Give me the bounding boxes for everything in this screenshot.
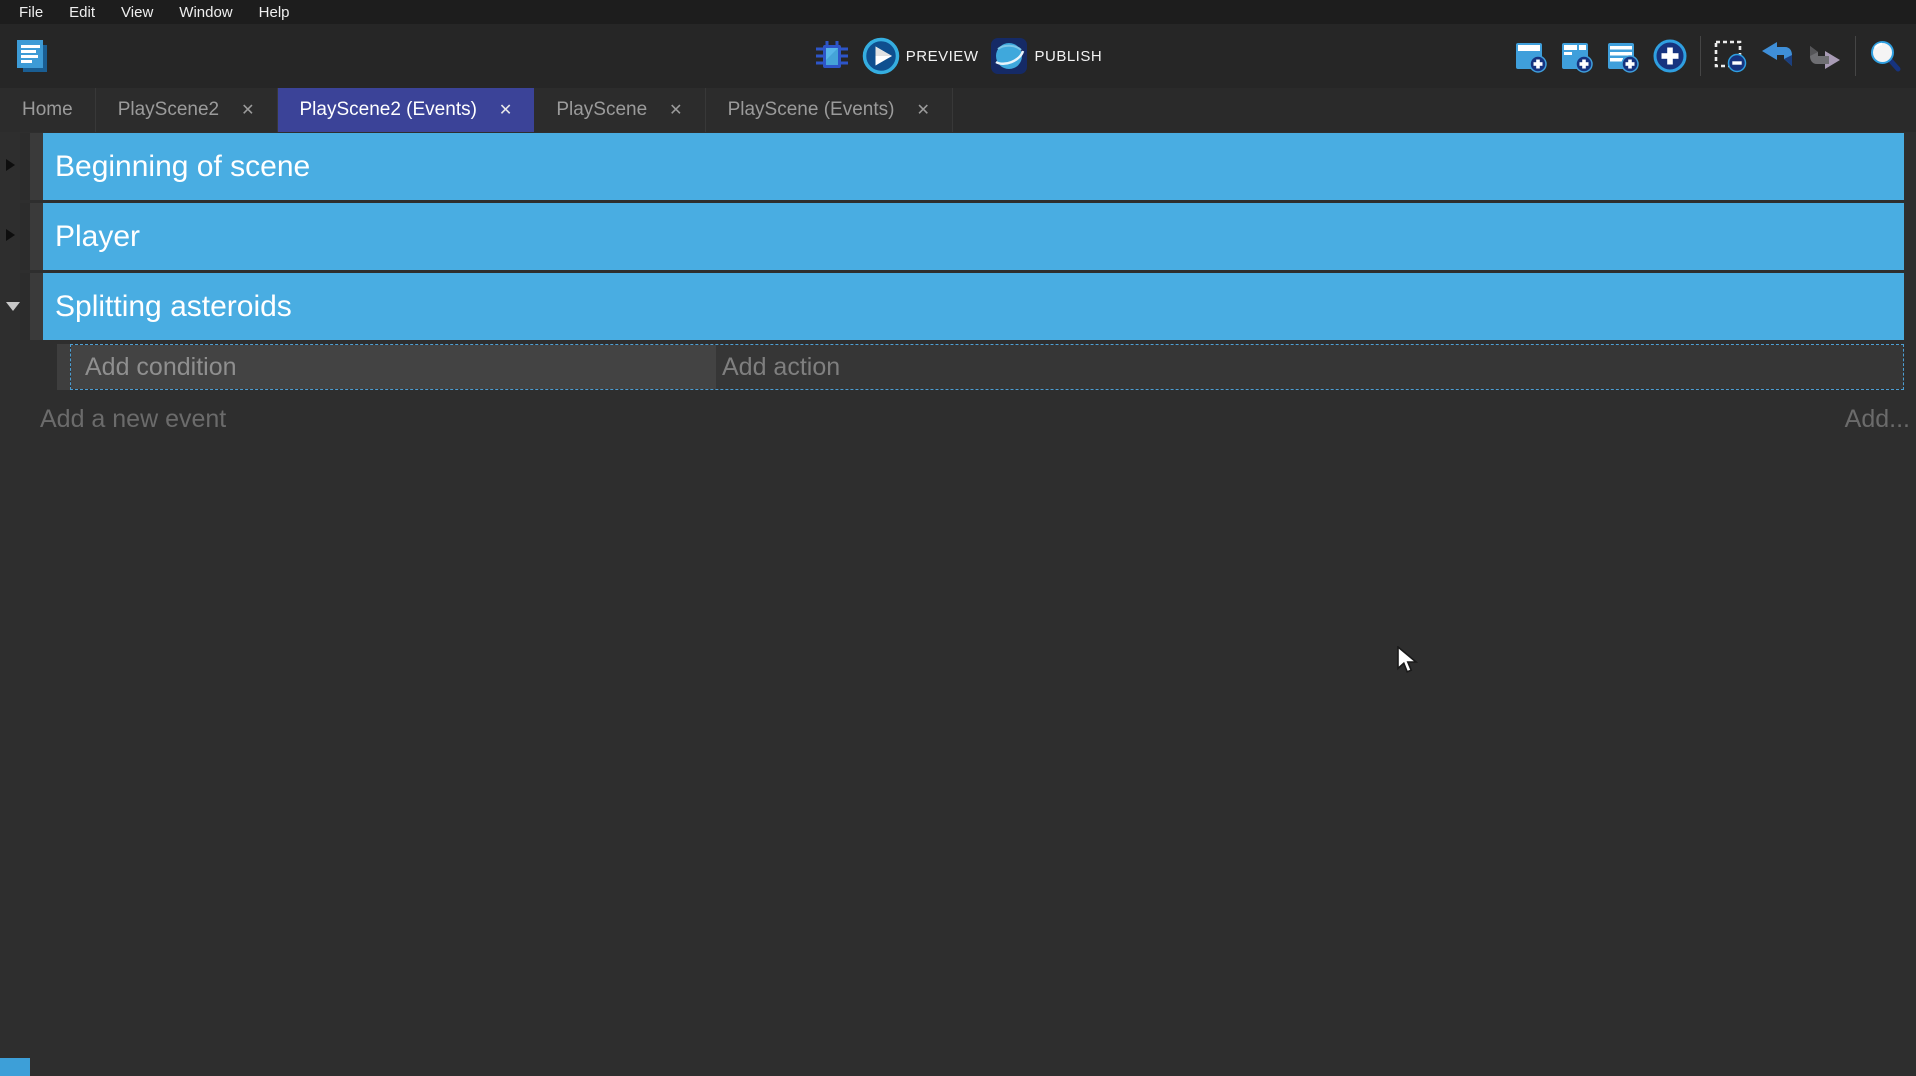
add-new-event-button[interactable]: Add a new event: [40, 405, 226, 434]
menu-edit[interactable]: Edit: [56, 4, 108, 21]
comment-event[interactable]: Beginning of scene: [43, 133, 1904, 200]
add-action-label: Add action: [722, 353, 840, 382]
menu-bar: File Edit View Window Help: [0, 0, 1916, 24]
toolbar-separator: [1700, 36, 1701, 76]
debug-icon[interactable]: [814, 38, 850, 74]
close-icon[interactable]: ✕: [241, 100, 254, 120]
comment-text: Beginning of scene: [55, 150, 310, 184]
chevron-down-icon[interactable]: [6, 302, 20, 311]
add-event-footer: Add a new event Add...: [40, 405, 1910, 434]
add-action-button[interactable]: Add action: [716, 345, 1903, 389]
tab-playscene2[interactable]: PlayScene2 ✕: [96, 88, 278, 132]
comment-event[interactable]: Player: [43, 203, 1904, 270]
event-drag-handle[interactable]: [30, 273, 43, 340]
tab-playscene-events[interactable]: PlayScene (Events) ✕: [706, 88, 953, 132]
add-circle-icon[interactable]: [1652, 38, 1688, 74]
event-gutter: [20, 133, 30, 200]
event-row: Splitting asteroids: [20, 273, 1904, 340]
events-sheet: Beginning of scene Player Splitting aste…: [0, 132, 1916, 434]
event-gutter: [20, 203, 30, 270]
tab-home[interactable]: Home: [0, 88, 96, 132]
tab-label: Home: [22, 99, 73, 121]
add-condition-label: Add condition: [85, 353, 237, 382]
publish-label: PUBLISH: [1034, 48, 1102, 65]
publish-button[interactable]: PUBLISH: [990, 37, 1102, 75]
preview-button[interactable]: PREVIEW: [862, 37, 979, 75]
globe-icon: [990, 37, 1028, 75]
project-manager-icon[interactable]: [12, 36, 52, 76]
bottom-left-panel-edge: [0, 1058, 30, 1076]
close-icon[interactable]: ✕: [669, 100, 682, 120]
add-event-icon[interactable]: [1514, 39, 1548, 73]
add-condition-button[interactable]: Add condition: [71, 345, 716, 389]
comment-text: Player: [55, 220, 140, 254]
add-subevent-icon[interactable]: [1560, 39, 1594, 73]
tab-label: PlayScene (Events): [728, 99, 895, 121]
chevron-right-icon[interactable]: [6, 159, 15, 171]
play-icon: [862, 37, 900, 75]
event-drag-handle[interactable]: [30, 203, 43, 270]
add-more-button[interactable]: Add...: [1845, 405, 1910, 434]
menu-window[interactable]: Window: [166, 4, 245, 21]
event-gutter: [20, 273, 30, 340]
preview-label: PREVIEW: [906, 48, 979, 65]
empty-event-row: Add condition Add action: [57, 344, 1904, 390]
event-row: Player: [20, 203, 1904, 270]
event-drag-handle[interactable]: [57, 344, 70, 390]
menu-help[interactable]: Help: [246, 4, 303, 21]
mouse-cursor: [1396, 646, 1422, 674]
tab-label: PlayScene: [556, 99, 647, 121]
toolbar-separator: [1855, 36, 1856, 76]
chevron-right-icon[interactable]: [6, 229, 15, 241]
comment-event[interactable]: Splitting asteroids: [43, 273, 1904, 340]
tab-label: PlayScene2: [118, 99, 219, 121]
redo-icon[interactable]: [1807, 38, 1843, 74]
search-icon[interactable]: [1868, 39, 1902, 73]
event-row: Beginning of scene: [20, 133, 1904, 200]
comment-text: Splitting asteroids: [55, 290, 292, 324]
close-icon[interactable]: ✕: [499, 100, 512, 120]
main-toolbar: PREVIEW PUBLISH: [0, 24, 1916, 88]
close-icon[interactable]: ✕: [916, 100, 929, 120]
selected-event-outline: Add condition Add action: [70, 344, 1904, 390]
undo-icon[interactable]: [1759, 38, 1795, 74]
tab-label: PlayScene2 (Events): [300, 99, 477, 121]
menu-view[interactable]: View: [108, 4, 166, 21]
delete-selection-icon[interactable]: [1713, 39, 1747, 73]
tab-bar-filler: [953, 88, 1916, 132]
add-comment-icon[interactable]: [1606, 39, 1640, 73]
tab-playscene2-events[interactable]: PlayScene2 (Events) ✕: [278, 88, 535, 132]
editor-tab-bar: Home PlayScene2 ✕ PlayScene2 (Events) ✕ …: [0, 88, 1916, 132]
menu-file[interactable]: File: [6, 4, 56, 21]
event-drag-handle[interactable]: [30, 133, 43, 200]
tab-playscene[interactable]: PlayScene ✕: [534, 88, 705, 132]
